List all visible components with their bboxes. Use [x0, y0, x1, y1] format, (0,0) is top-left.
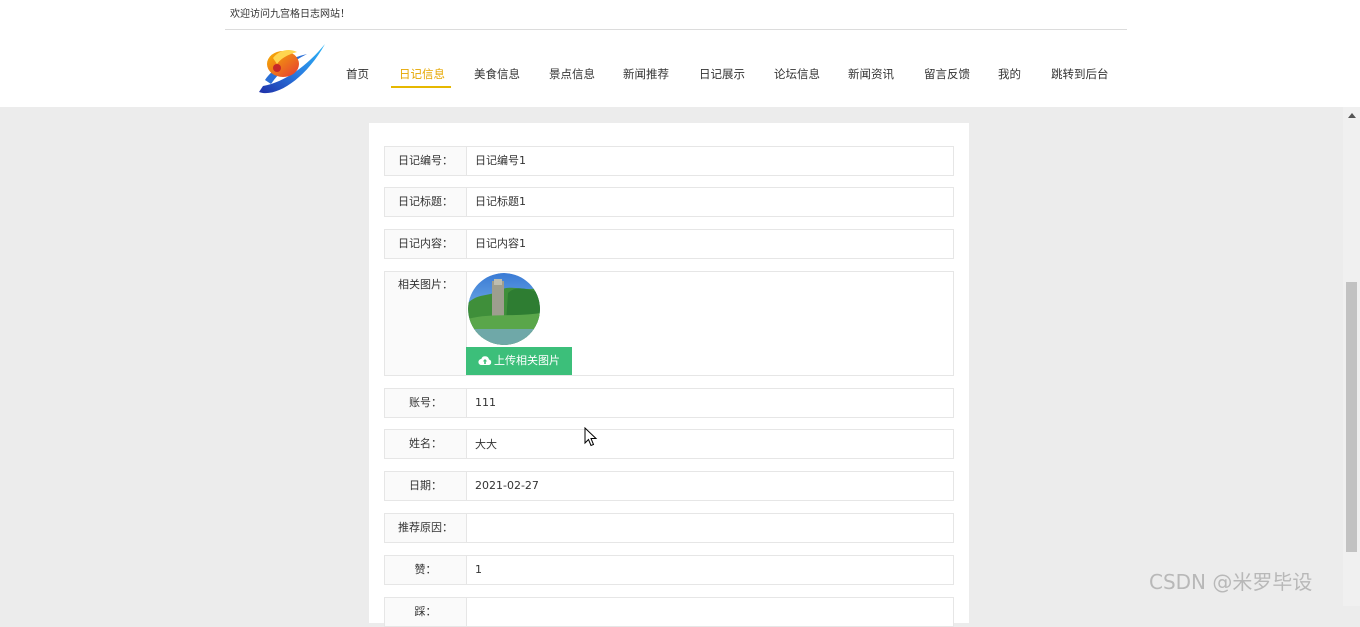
mouse-cursor-icon — [584, 427, 598, 447]
welcome-text: 欢迎访问九宫格日志网站！ — [230, 9, 350, 20]
field-diary-title: 日记标题： 日记标题1 — [384, 187, 954, 217]
main-nav: 首页 日记信息 美食信息 景点信息 新闻推荐 日记展示 论坛信息 新闻资讯 留言… — [0, 62, 1360, 92]
diary-title-input[interactable]: 日记标题1 — [466, 187, 954, 217]
scroll-up-arrow-icon[interactable] — [1348, 113, 1356, 118]
field-label: 日记标题： — [384, 187, 466, 217]
upload-button-label: 上传相关图片 — [494, 354, 560, 367]
nav-food-info[interactable]: 美食信息 — [474, 62, 520, 86]
nav-scenic-info[interactable]: 景点信息 — [549, 62, 595, 86]
nav-forum-info[interactable]: 论坛信息 — [774, 62, 820, 86]
upload-image-button[interactable]: 上传相关图片 — [466, 347, 572, 375]
field-account: 账号： 111 — [384, 388, 954, 418]
diary-content-input[interactable]: 日记内容1 — [466, 229, 954, 259]
watermark: CSDN @米罗毕设 — [1149, 570, 1313, 594]
field-label: 赞： — [384, 555, 466, 585]
recommend-reason-input[interactable] — [466, 513, 954, 543]
page-scrollbar[interactable] — [1343, 107, 1360, 606]
header-divider — [225, 29, 1127, 30]
site-header: 欢迎访问九宫格日志网站！ 首页 日记信息 美食信息 景点信息 新闻推荐 日记展示… — [0, 0, 1360, 107]
field-label: 姓名： — [384, 429, 466, 459]
field-label: 日记编号： — [384, 146, 466, 176]
field-diary-content: 日记内容： 日记内容1 — [384, 229, 954, 259]
nav-feedback[interactable]: 留言反馈 — [924, 62, 970, 86]
nav-home[interactable]: 首页 — [346, 62, 369, 86]
cloud-upload-icon — [478, 356, 492, 366]
field-dislikes: 踩： — [384, 597, 954, 627]
field-name: 姓名： 大大 — [384, 429, 954, 459]
field-label: 推荐原因： — [384, 513, 466, 543]
account-input[interactable]: 111 — [466, 388, 954, 418]
field-related-image: 相关图片： 上传相关图片 — [384, 271, 954, 376]
diary-form-card: 日记编号： 日记编号1 日记标题： 日记标题1 日记内容： 日记内容1 相关图片… — [369, 123, 969, 627]
likes-input[interactable]: 1 — [466, 555, 954, 585]
nav-diary-info[interactable]: 日记信息 — [399, 62, 445, 86]
diary-number-input[interactable]: 日记编号1 — [466, 146, 954, 176]
related-image-thumbnail[interactable] — [468, 273, 540, 345]
field-date: 日期： 2021-02-27 — [384, 471, 954, 501]
nav-news-recommend[interactable]: 新闻推荐 — [623, 62, 669, 86]
nav-news[interactable]: 新闻资讯 — [848, 62, 894, 86]
field-label: 日记内容： — [384, 229, 466, 259]
field-diary-number: 日记编号： 日记编号1 — [384, 146, 954, 176]
nav-diary-display[interactable]: 日记展示 — [699, 62, 745, 86]
field-label: 账号： — [384, 388, 466, 418]
image-field-box: 上传相关图片 — [466, 271, 954, 376]
field-label: 踩： — [384, 597, 466, 627]
name-input[interactable]: 大大 — [466, 429, 954, 459]
date-input[interactable]: 2021-02-27 — [466, 471, 954, 501]
scrollbar-thumb[interactable] — [1346, 282, 1357, 552]
field-likes: 赞： 1 — [384, 555, 954, 585]
nav-mine[interactable]: 我的 — [998, 62, 1021, 86]
field-label: 日期： — [384, 471, 466, 501]
field-label: 相关图片： — [384, 271, 466, 376]
nav-active-indicator — [391, 86, 451, 88]
nav-admin[interactable]: 跳转到后台 — [1051, 62, 1109, 86]
dislikes-input[interactable] — [466, 597, 954, 627]
field-recommend-reason: 推荐原因： — [384, 513, 954, 543]
